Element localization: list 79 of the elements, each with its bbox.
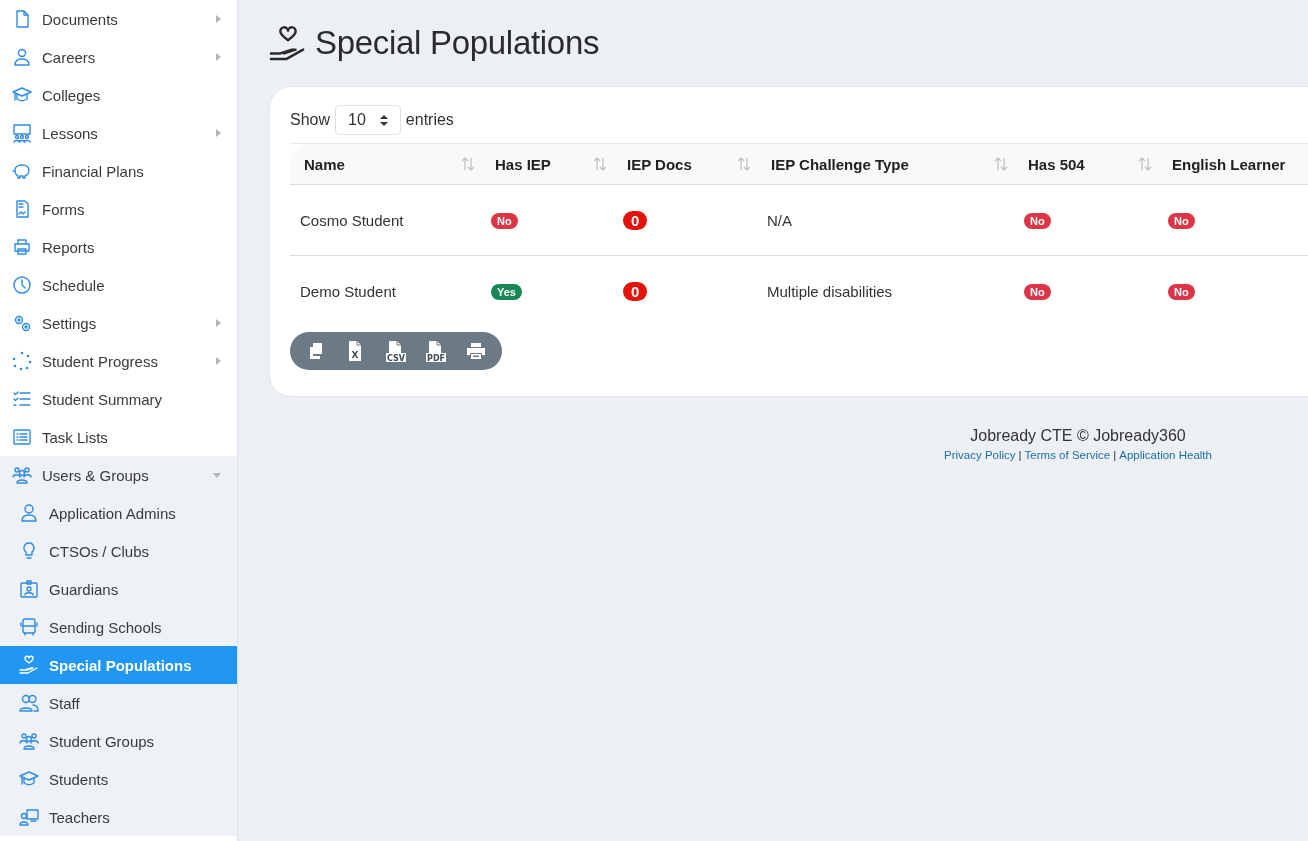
- sidebar-item[interactable]: Forms: [0, 190, 237, 228]
- sidebar-item[interactable]: Colleges: [0, 76, 237, 114]
- column-header[interactable]: Has 504: [1014, 143, 1158, 185]
- column-header[interactable]: Has IEP: [481, 143, 613, 185]
- caret-icon: [216, 53, 221, 61]
- link-separator: |: [1018, 449, 1022, 461]
- footer-link[interactable]: Privacy Policy: [944, 449, 1016, 461]
- list-icon: [12, 427, 32, 447]
- dots-icon: [12, 351, 32, 371]
- sidebar-item[interactable]: Sending Schools: [0, 608, 237, 646]
- page-size-select[interactable]: 10: [335, 105, 401, 135]
- footer-link[interactable]: Application Health: [1119, 449, 1212, 461]
- teacher-icon: [19, 807, 39, 827]
- column-header[interactable]: IEP Challenge Type: [757, 143, 1014, 185]
- sidebar-item[interactable]: Student Groups: [0, 722, 237, 760]
- status-badge: No: [1024, 213, 1051, 229]
- heart-hand-icon: [19, 655, 39, 675]
- sidebar-item[interactable]: Guardians: [0, 570, 237, 608]
- footer-copyright: Jobready CTE © Jobready360: [969, 427, 1187, 445]
- sidebar-item[interactable]: Schedule: [0, 266, 237, 304]
- caret-icon: [213, 472, 221, 478]
- status-badge: No: [1024, 284, 1051, 300]
- person-icon: [19, 503, 39, 523]
- checklist-icon: [12, 389, 32, 409]
- caret-icon: [216, 129, 221, 137]
- caret-icon: [216, 357, 221, 365]
- copy-icon: [308, 342, 324, 360]
- count-badge: 0: [623, 210, 648, 230]
- sidebar-item[interactable]: Task Lists: [0, 418, 237, 456]
- column-header[interactable]: IEP Docs: [613, 143, 757, 185]
- footer-link[interactable]: Terms of Service: [1024, 449, 1111, 461]
- printer-icon: [467, 343, 485, 359]
- table-cell: Multiple disabilities: [767, 282, 893, 300]
- sort-caret-icon: [379, 114, 388, 126]
- page-title: Special Populations: [315, 24, 600, 62]
- sidebar-item[interactable]: CTSOs / Clubs: [0, 532, 237, 570]
- sidebar-item[interactable]: Lessons: [0, 114, 237, 152]
- table-cell: N/A: [767, 211, 792, 229]
- count-badge: 0: [623, 281, 648, 301]
- status-badge: Yes: [491, 284, 522, 300]
- sidebar-item[interactable]: Users & Groups: [0, 456, 237, 494]
- sort-icon[interactable]: [1138, 157, 1152, 171]
- status-badge: No: [1168, 213, 1195, 229]
- clock-icon: [12, 275, 32, 295]
- sidebar-item[interactable]: Students: [0, 760, 237, 798]
- sidebar-item[interactable]: Careers: [0, 38, 237, 76]
- table-cell: Demo Student: [300, 282, 396, 300]
- people-icon: [12, 465, 32, 485]
- column-header[interactable]: English Learner: [1158, 143, 1308, 185]
- person-icon: [12, 47, 32, 67]
- caret-icon: [216, 319, 221, 327]
- sort-icon[interactable]: [461, 157, 475, 171]
- sidebar-item[interactable]: Student Summary: [0, 380, 237, 418]
- sort-icon[interactable]: [593, 157, 607, 171]
- status-badge: No: [491, 213, 518, 229]
- sidebar-item[interactable]: Staff: [0, 684, 237, 722]
- printer-icon: [12, 237, 32, 257]
- piggy-bank-icon: [12, 161, 32, 181]
- people-icon: [12, 123, 32, 143]
- table-cell: Cosmo Student: [300, 211, 404, 229]
- sidebar-item[interactable]: Student Progress: [0, 342, 237, 380]
- sidebar-item[interactable]: Reports: [0, 228, 237, 266]
- show-label: Show: [290, 111, 331, 129]
- people-icon: [19, 731, 39, 751]
- caret-icon: [216, 15, 221, 23]
- sidebar-item[interactable]: Application Admins: [0, 494, 237, 532]
- sort-icon[interactable]: [994, 157, 1008, 171]
- status-badge: No: [1168, 284, 1195, 300]
- id-card-icon: [19, 579, 39, 599]
- link-separator: |: [1113, 449, 1117, 461]
- sidebar-item[interactable]: Documents: [0, 0, 237, 38]
- sidebar-item[interactable]: Financial Plans: [0, 152, 237, 190]
- entries-label: entries: [405, 111, 454, 129]
- heart-hand-icon: [269, 25, 307, 61]
- people-icon: [19, 693, 39, 713]
- sort-icon[interactable]: [737, 157, 751, 171]
- column-header[interactable]: Name: [290, 143, 481, 185]
- sidebar-item[interactable]: Settings: [0, 304, 237, 342]
- sidebar-item[interactable]: Teachers: [0, 798, 237, 836]
